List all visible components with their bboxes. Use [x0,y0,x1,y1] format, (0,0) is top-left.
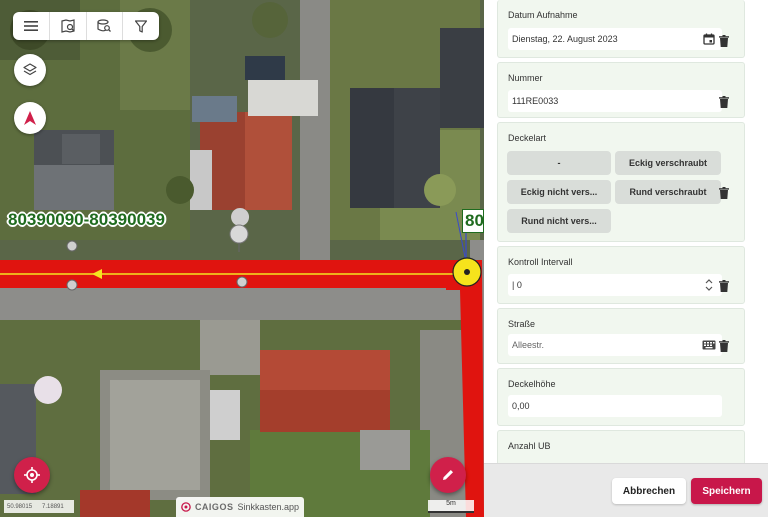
form-panel: Datum Aufnahme Dienstag, 22. August 2023… [484,0,768,517]
filter-icon [135,19,148,33]
crosshair-icon [24,467,40,483]
map-search-icon [61,19,75,33]
section-deckelart: Deckelart - Eckig verschraubt Eckig nich… [497,122,745,242]
map-search-button[interactable] [50,12,87,40]
coordinate-readout: 50.98015 7.18891 [4,500,74,513]
deckelart-option-rund-nicht[interactable]: Rund nicht vers... [507,209,611,233]
datum-label: Datum Aufnahme [508,10,578,20]
deckelart-option-eckig-verschraubt[interactable]: Eckig verschraubt [615,151,721,175]
keyboard-icon[interactable] [702,338,716,352]
deckelart-option-eckig-nicht[interactable]: Eckig nicht vers... [507,180,611,204]
nummer-label: Nummer [508,73,543,83]
filter-button[interactable] [123,12,159,40]
edit-button[interactable] [430,457,466,493]
save-button[interactable]: Speichern [691,478,762,504]
database-search-button[interactable] [87,12,124,40]
pipe-id-label: 80390090-80390039 [8,210,165,229]
navigation-arrow-icon [24,111,36,125]
map-toolbar [13,12,159,40]
deckelart-option-none[interactable]: - [507,151,611,175]
map-view[interactable]: 80390090-80390039 80 50.98015 7.18891 CA… [0,0,484,517]
pipe-id-label-clipped: 80 [462,209,484,233]
brand-logo: CAIGOS [194,502,234,512]
datum-value: Dienstag, 22. August 2023 [512,34,618,44]
kontroll-field[interactable]: | 0 [508,274,722,296]
coordinate-b: 7.18891 [42,503,64,510]
calendar-icon[interactable] [702,32,716,46]
database-search-icon [97,19,112,32]
trash-icon[interactable] [718,34,730,48]
caigos-logo-icon [181,502,191,512]
menu-icon [23,21,38,31]
section-strasse: Straße Alleestr. [497,308,745,364]
section-deckelhoehe: Deckelhöhe 0,00 [497,368,745,426]
aerial-image [0,0,484,517]
stepper-icon[interactable] [702,278,716,292]
locate-me-button[interactable] [14,457,50,493]
compass-button[interactable] [14,102,46,134]
layers-button[interactable] [14,54,46,86]
nummer-field[interactable]: 111RE0033 [508,90,722,112]
pencil-icon [443,470,453,480]
brand-app: Sinkkasten.app [237,502,299,512]
brand-bar: CAIGOS Sinkkasten.app [176,497,304,517]
cancel-button[interactable]: Abbrechen [612,478,686,504]
section-kontroll: Kontroll Intervall | 0 [497,246,745,304]
nummer-value: 111RE0033 [512,96,559,106]
deckelhoehe-field[interactable]: 0,00 [508,395,722,417]
trash-icon[interactable] [718,339,730,353]
scale-bar: 5m [428,500,474,513]
kontroll-value: | 0 [512,280,522,290]
coordinate-a: 50.98015 [7,503,33,510]
trash-icon[interactable] [718,95,730,109]
strasse-placeholder: Alleestr. [512,340,545,350]
anzahl-ub-label: Anzahl UB [508,441,551,451]
menu-button[interactable] [13,12,50,40]
deckelhoehe-label: Deckelhöhe [508,379,556,389]
form-footer: Abbrechen Speichern [484,463,768,517]
layers-icon [23,63,37,76]
strasse-field[interactable]: Alleestr. [508,334,722,356]
deckelart-label: Deckelart [508,133,547,143]
section-nummer: Nummer 111RE0033 [497,62,745,118]
form-scroll[interactable]: Datum Aufnahme Dienstag, 22. August 2023… [484,0,768,463]
kontroll-label: Kontroll Intervall [508,257,573,267]
deckelhoehe-value: 0,00 [512,401,530,411]
strasse-label: Straße [508,319,536,329]
trash-icon[interactable] [718,279,730,293]
trash-icon[interactable] [718,186,730,200]
deckelart-option-rund-verschraubt[interactable]: Rund verschraubt [615,180,721,204]
app-root: 80390090-80390039 80 50.98015 7.18891 CA… [0,0,768,517]
datum-field[interactable]: Dienstag, 22. August 2023 [508,28,722,50]
section-anzahl-ub: Anzahl UB [497,430,745,463]
section-datum: Datum Aufnahme Dienstag, 22. August 2023 [497,0,745,58]
